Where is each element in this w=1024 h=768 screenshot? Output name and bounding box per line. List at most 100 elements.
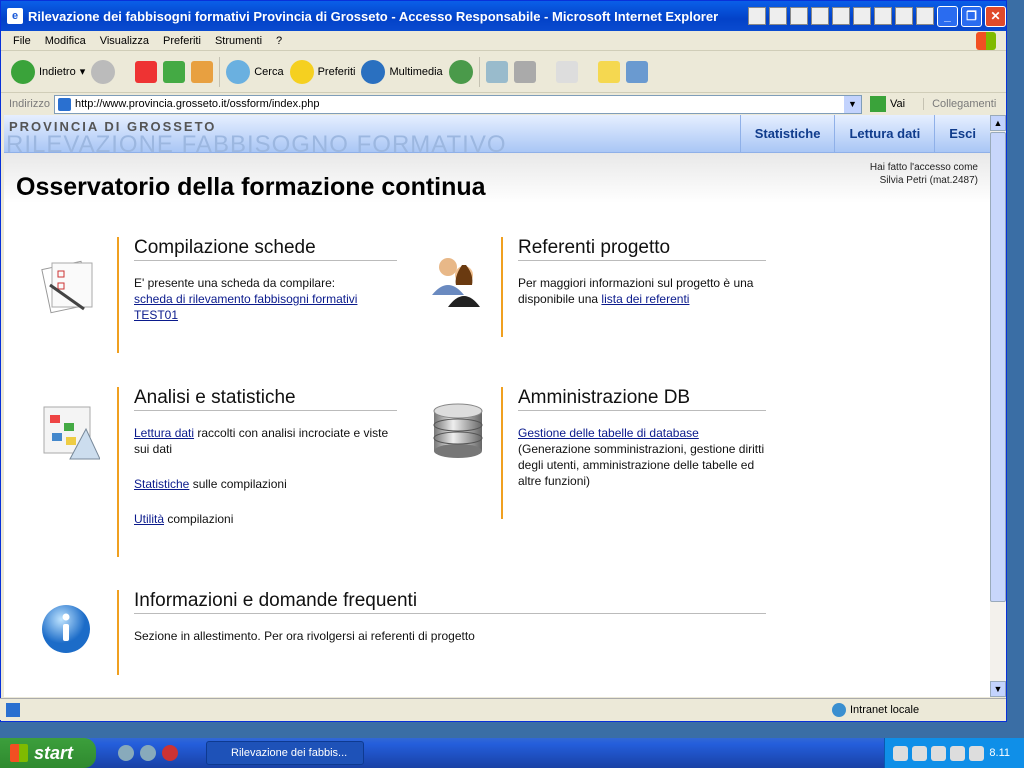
minimize-button[interactable]: _ bbox=[937, 5, 958, 27]
mail-button[interactable] bbox=[485, 60, 508, 83]
windows-logo-icon bbox=[976, 32, 996, 50]
app-icon[interactable] bbox=[895, 7, 913, 25]
scheda-link[interactable]: scheda di rilevamento fabbisogni formati… bbox=[134, 292, 357, 322]
lettura-dati-link[interactable]: Lettura dati bbox=[134, 426, 194, 440]
section-title: Referenti progetto bbox=[518, 237, 766, 261]
tray-icon[interactable] bbox=[912, 745, 927, 761]
media-button[interactable]: Multimedia bbox=[361, 59, 443, 84]
system-tray: 8.11 bbox=[884, 738, 1024, 768]
menu-strumenti[interactable]: Strumenti bbox=[215, 35, 262, 47]
gestione-tabelle-link[interactable]: Gestione delle tabelle di database bbox=[518, 426, 699, 440]
app-icon[interactable] bbox=[769, 7, 787, 25]
menu-visualizza[interactable]: Visualizza bbox=[100, 35, 149, 47]
section-referenti: Referenti progetto Per maggiori informaz… bbox=[501, 237, 766, 337]
nav-lettura-dati[interactable]: Lettura dati bbox=[834, 115, 934, 153]
database-icon bbox=[433, 403, 483, 458]
statistiche-link[interactable]: Statistiche bbox=[134, 477, 189, 491]
page-header: Osservatorio della formazione continua H… bbox=[4, 153, 990, 203]
search-button[interactable]: Cerca bbox=[226, 59, 284, 84]
utilita-link[interactable]: Utilità bbox=[134, 512, 164, 526]
edit-button[interactable] bbox=[555, 60, 578, 83]
title-bar: e Rilevazione dei fabbisogni formativi P… bbox=[1, 1, 1006, 31]
address-input[interactable]: http://www.provincia.grosseto.it/ossform… bbox=[53, 94, 862, 114]
nav-statistiche[interactable]: Statistiche bbox=[739, 115, 835, 153]
toolbar: Indietro ▾ Cerca Preferiti Multimedia bbox=[1, 51, 1006, 93]
start-button[interactable]: start bbox=[0, 738, 96, 768]
media-icon bbox=[361, 59, 386, 84]
menu-preferiti[interactable]: Preferiti bbox=[163, 35, 201, 47]
app-icon[interactable] bbox=[748, 7, 766, 25]
star-icon bbox=[289, 59, 314, 84]
status-bar: Intranet locale bbox=[0, 698, 1006, 720]
menu-bar: File Modifica Visualizza Preferiti Strum… bbox=[1, 31, 1006, 51]
back-button[interactable]: Indietro ▾ bbox=[11, 59, 85, 84]
print-button[interactable] bbox=[513, 60, 536, 83]
banner-subtitle: RILEVAZIONE FABBISOGNO FORMATIVO bbox=[6, 131, 507, 153]
chevron-down-icon[interactable]: ▼ bbox=[843, 95, 861, 113]
site-banner: RILEVAZIONE FABBISOGNO FORMATIVO PROVINC… bbox=[4, 115, 990, 153]
search-icon bbox=[226, 59, 251, 84]
home-button[interactable] bbox=[191, 60, 214, 83]
page-icon bbox=[6, 702, 20, 717]
security-zone: Intranet locale bbox=[832, 702, 919, 717]
tray-icon[interactable] bbox=[893, 745, 908, 761]
section-title: Analisi e statistiche bbox=[134, 387, 397, 411]
office-shortcuts: _ ❐ ✕ bbox=[748, 5, 1006, 27]
address-label: Indirizzo bbox=[9, 98, 50, 110]
scroll-up-button[interactable]: ▲ bbox=[990, 115, 1006, 131]
menu-modifica[interactable]: Modifica bbox=[45, 35, 86, 47]
menu-file[interactable]: File bbox=[13, 35, 31, 47]
ie-icon[interactable] bbox=[140, 745, 156, 761]
divider bbox=[219, 56, 221, 87]
tray-icon[interactable] bbox=[969, 745, 984, 761]
maximize-button[interactable]: ❐ bbox=[961, 5, 982, 27]
nav-esci[interactable]: Esci bbox=[934, 115, 990, 153]
vertical-scrollbar[interactable]: ▲ ▼ bbox=[990, 115, 1006, 697]
app-icon[interactable] bbox=[853, 7, 871, 25]
stop-button[interactable] bbox=[135, 60, 158, 83]
top-nav: Statistiche Lettura dati Esci bbox=[739, 115, 990, 153]
section-title: Informazioni e domande frequenti bbox=[134, 590, 766, 614]
form-checklist-icon bbox=[41, 260, 93, 314]
clock: 8.11 bbox=[989, 747, 1010, 759]
close-button[interactable]: ✕ bbox=[985, 5, 1006, 27]
section-title: Compilazione schede bbox=[134, 237, 397, 261]
ie-icon: e bbox=[7, 8, 23, 24]
app-icon[interactable] bbox=[162, 745, 178, 761]
menu-help[interactable]: ? bbox=[276, 35, 282, 47]
section-title: Amministrazione DB bbox=[518, 387, 766, 411]
forward-button[interactable] bbox=[91, 59, 116, 84]
word-icon[interactable] bbox=[790, 7, 808, 25]
app-icon[interactable] bbox=[916, 7, 934, 25]
links-button[interactable]: Collegamenti bbox=[923, 98, 996, 110]
refresh-button[interactable] bbox=[163, 60, 186, 83]
section-info: Informazioni e domande frequenti Sezione… bbox=[117, 590, 766, 675]
login-info: Hai fatto l'accesso come Silvia Petri (ma… bbox=[869, 162, 978, 186]
page-content: RILEVAZIONE FABBISOGNO FORMATIVO PROVINC… bbox=[4, 115, 990, 697]
scroll-down-button[interactable]: ▼ bbox=[990, 681, 1006, 697]
history-button[interactable] bbox=[448, 59, 473, 84]
banner-title: PROVINCIA DI GROSSETO bbox=[9, 119, 217, 134]
chart-diagram-icon bbox=[43, 406, 100, 460]
scroll-thumb[interactable] bbox=[990, 132, 1006, 602]
excel-icon[interactable] bbox=[811, 7, 829, 25]
app-icon[interactable] bbox=[118, 745, 134, 761]
globe-icon bbox=[832, 702, 846, 717]
app-icon[interactable] bbox=[832, 7, 850, 25]
window-title: Rilevazione dei fabbisogni formativi Pro… bbox=[28, 8, 719, 24]
tray-icon[interactable] bbox=[950, 745, 965, 761]
back-arrow-icon bbox=[11, 59, 35, 84]
discuss-button[interactable] bbox=[597, 60, 620, 83]
users-icon bbox=[432, 258, 480, 307]
tray-icon[interactable] bbox=[931, 745, 946, 761]
taskbar-item-ie[interactable]: Rilevazione dei fabbis... bbox=[206, 741, 364, 765]
app-icon[interactable] bbox=[874, 7, 892, 25]
favorites-button[interactable]: Preferiti bbox=[289, 59, 355, 84]
windows-logo-icon bbox=[10, 744, 28, 762]
address-bar: Indirizzo http://www.provincia.grosseto.… bbox=[1, 93, 1006, 115]
referenti-link[interactable]: lista dei referenti bbox=[601, 292, 689, 306]
taskbar: start Rilevazione dei fabbis... 8.11 bbox=[0, 738, 1024, 768]
messenger-button[interactable] bbox=[625, 60, 648, 83]
go-button[interactable]: Vai bbox=[869, 96, 905, 112]
quick-launch bbox=[118, 745, 178, 761]
